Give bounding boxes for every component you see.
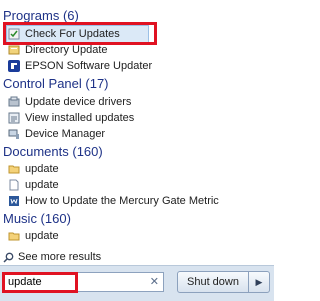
- shutdown-options-arrow-icon[interactable]: ▶: [249, 277, 269, 288]
- result-label: Update device drivers: [25, 96, 132, 108]
- search-results-panel: Programs (6) Check For Updates Directory…: [0, 0, 274, 265]
- folder-icon: [8, 163, 20, 175]
- result-update-device-drivers[interactable]: Update device drivers: [8, 94, 158, 110]
- result-label: Directory Update: [25, 44, 108, 56]
- result-label: update: [25, 179, 59, 191]
- search-icon: [3, 252, 14, 263]
- device-drivers-icon: [8, 96, 20, 108]
- result-label: update: [25, 163, 59, 175]
- device-manager-icon: [8, 128, 20, 140]
- see-more-results-link[interactable]: See more results: [3, 251, 101, 263]
- installed-updates-icon: [8, 112, 20, 124]
- result-mercury-gate-metric[interactable]: How to Update the Mercury Gate Metric: [8, 193, 268, 209]
- result-document-update-folder[interactable]: update: [8, 161, 158, 177]
- result-device-manager[interactable]: Device Manager: [8, 126, 158, 142]
- result-label: update: [25, 230, 59, 242]
- result-view-installed-updates[interactable]: View installed updates: [8, 110, 158, 126]
- group-header-programs: Programs (6): [3, 8, 79, 23]
- clear-search-icon[interactable]: ✕: [150, 275, 159, 288]
- document-icon: [8, 179, 20, 191]
- result-epson-software-updater[interactable]: EPSON Software Updater: [8, 58, 158, 74]
- see-more-label: See more results: [18, 251, 102, 263]
- directory-icon: [8, 44, 20, 56]
- highlight-box-search-input: [2, 272, 78, 293]
- group-header-control-panel: Control Panel (17): [3, 76, 109, 91]
- group-header-music: Music (160): [3, 211, 71, 226]
- shutdown-label: Shut down: [187, 276, 239, 288]
- highlight-box-check-for-updates: [3, 22, 157, 45]
- result-document-update-file[interactable]: update: [8, 177, 158, 193]
- result-label: Device Manager: [25, 128, 106, 140]
- folder-icon: [8, 230, 20, 242]
- word-document-icon: [8, 195, 20, 207]
- result-music-update-folder[interactable]: update: [8, 228, 158, 244]
- result-label: How to Update the Mercury Gate Metric: [25, 195, 219, 207]
- epson-icon: [8, 60, 20, 72]
- shutdown-button[interactable]: Shut down ▶: [177, 271, 270, 293]
- result-label: View installed updates: [25, 112, 135, 124]
- result-label: EPSON Software Updater: [25, 60, 153, 72]
- group-header-documents: Documents (160): [3, 144, 103, 159]
